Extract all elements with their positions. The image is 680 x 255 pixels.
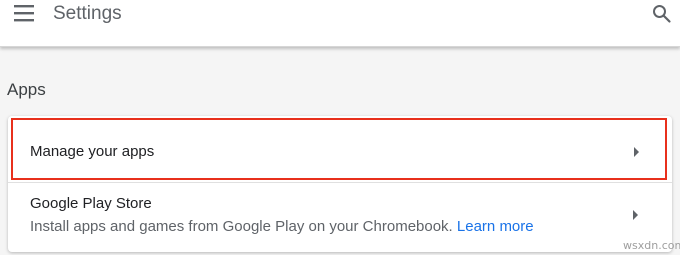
top-app-bar: Settings [0, 0, 680, 47]
apps-card: Manage your apps Google Play Store Insta… [8, 116, 672, 252]
page-title: Settings [53, 3, 122, 24]
search-icon[interactable] [652, 4, 672, 24]
google-play-store-description: Install apps and games from Google Play … [30, 218, 534, 236]
hamburger-menu-icon[interactable] [14, 4, 36, 22]
watermark: wsxdn.com [623, 239, 680, 252]
arrow-right-icon [634, 147, 639, 157]
description-text: Install apps and games from Google Play … [30, 218, 453, 235]
google-play-store-title: Google Play Store [30, 195, 152, 212]
manage-your-apps-row[interactable]: Manage your apps [11, 118, 667, 180]
manage-your-apps-label: Manage your apps [30, 143, 155, 160]
arrow-right-icon [633, 210, 638, 220]
learn-more-link[interactable]: Learn more [457, 218, 534, 235]
google-play-store-row[interactable]: Google Play Store Install apps and games… [8, 183, 672, 252]
section-heading-apps: Apps [7, 80, 46, 99]
